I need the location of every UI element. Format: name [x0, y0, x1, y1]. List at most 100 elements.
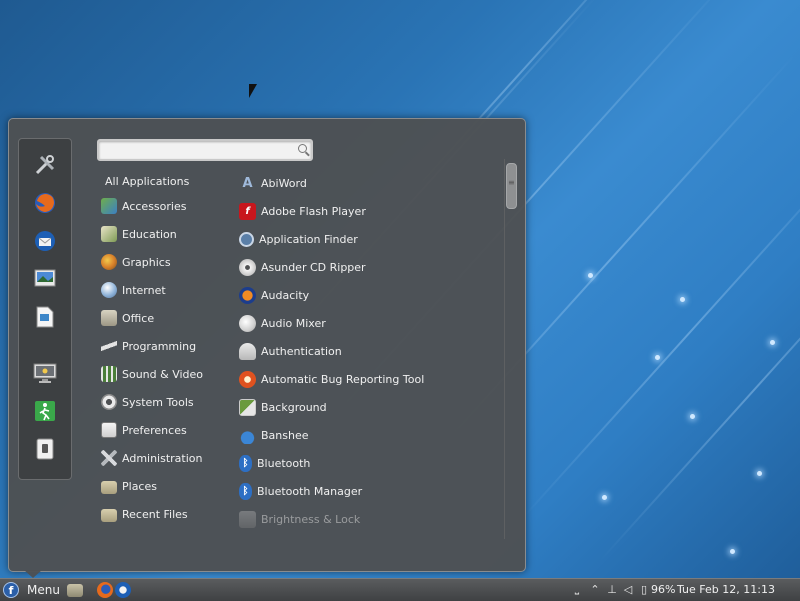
clock[interactable]: Tue Feb 12, 11:13 [677, 583, 775, 596]
app-automatic-bug-reporting-tool[interactable]: Automatic Bug Reporting Tool [239, 368, 499, 390]
app-label: Banshee [261, 428, 309, 442]
app-label: Application Finder [259, 232, 358, 246]
category-label: System Tools [122, 395, 194, 409]
fedora-logo-icon[interactable]: f [3, 582, 19, 598]
app-banshee[interactable]: Banshee [239, 424, 499, 446]
office-icon [101, 310, 117, 326]
app-label: Authentication [261, 344, 342, 358]
search-input[interactable] [103, 143, 283, 157]
shutdown-icon[interactable] [32, 436, 58, 462]
app-label: AbiWord [261, 176, 307, 190]
category-sound-video[interactable]: Sound & Video [101, 364, 236, 384]
bluetooth-icon: ᛒ [239, 482, 252, 500]
category-label: Education [122, 227, 177, 241]
category-administration[interactable]: Administration [101, 448, 236, 468]
thunderbird-launcher-icon[interactable] [115, 582, 131, 598]
firefox-icon[interactable] [32, 190, 58, 216]
menu-pointer [24, 570, 42, 578]
folder-icon [101, 508, 117, 522]
app-label: Audio Mixer [261, 316, 326, 330]
document-icon[interactable] [32, 304, 58, 330]
category-preferences[interactable]: Preferences [101, 420, 236, 440]
banshee-icon [239, 426, 256, 444]
app-label: Background [261, 400, 327, 414]
app-label: Bluetooth Manager [257, 484, 363, 498]
category-all-applications[interactable]: All Applications [105, 171, 240, 191]
category-education[interactable]: Education [101, 224, 236, 244]
thunderbird-icon[interactable] [32, 228, 58, 254]
app-label: Audacity [261, 288, 310, 302]
app-audio-mixer[interactable]: Audio Mixer [239, 312, 499, 334]
graphics-icon [101, 254, 117, 270]
category-graphics[interactable]: Graphics [101, 252, 236, 272]
category-accessories[interactable]: Accessories [101, 196, 236, 216]
search-icon [298, 144, 307, 153]
expand-tray-icon[interactable]: ⌃ [588, 582, 602, 596]
firefox-launcher-icon[interactable] [97, 582, 113, 598]
image-viewer-icon[interactable] [32, 266, 58, 292]
cd-icon [239, 258, 256, 276]
flash-icon: f [239, 202, 256, 220]
menu-button[interactable]: Menu [27, 583, 60, 597]
app-label: Asunder CD Ripper [261, 260, 366, 274]
category-label: Programming [122, 339, 197, 353]
app-adobe-flash-player[interactable]: f Adobe Flash Player [239, 200, 499, 222]
magnifier-icon [239, 231, 254, 247]
app-background[interactable]: Background [239, 396, 499, 418]
window-list-icon[interactable]: ⎵ [570, 582, 584, 596]
category-label: Places [122, 479, 157, 493]
category-system-tools[interactable]: System Tools [101, 392, 236, 412]
battery-percentage: 96% [651, 583, 676, 596]
app-label: Automatic Bug Reporting Tool [261, 372, 425, 386]
category-label: All Applications [105, 174, 190, 188]
app-application-finder[interactable]: Application Finder [239, 228, 499, 250]
show-desktop-icon[interactable] [67, 584, 83, 597]
education-icon [101, 226, 117, 242]
category-office[interactable]: Office [101, 308, 236, 328]
audio-mixer-icon [239, 314, 256, 332]
audacity-headphones-icon [239, 286, 256, 304]
category-recent-files[interactable]: Recent Files [101, 504, 236, 524]
lock-screen-icon[interactable] [32, 360, 58, 386]
app-abiword[interactable]: A AbiWord [239, 172, 499, 194]
search-box[interactable] [97, 139, 313, 161]
category-internet[interactable]: Internet [101, 280, 236, 300]
folder-icon [101, 480, 117, 494]
network-icon[interactable]: ⊥ [605, 582, 619, 596]
app-brightness-lock[interactable]: Brightness & Lock [239, 508, 499, 530]
app-audacity[interactable]: Audacity [239, 284, 499, 306]
app-label: Brightness & Lock [261, 512, 361, 526]
internet-globe-icon [101, 282, 117, 298]
category-label: Administration [122, 451, 203, 465]
category-places[interactable]: Places [101, 476, 236, 496]
background-icon [239, 398, 256, 416]
battery-icon[interactable]: ▯ [637, 582, 651, 596]
programming-icon [101, 338, 117, 354]
volume-icon[interactable]: ◁ [621, 582, 635, 596]
administration-tools-icon [101, 450, 117, 466]
authentication-users-icon [239, 342, 256, 360]
category-label: Recent Files [122, 507, 188, 521]
logout-icon[interactable] [32, 398, 58, 424]
app-bluetooth-manager[interactable]: ᛒ Bluetooth Manager [239, 480, 499, 502]
bluetooth-icon: ᛒ [239, 454, 252, 472]
preferences-icon [101, 422, 117, 438]
bug-report-icon [239, 370, 256, 388]
brightness-icon [239, 510, 256, 528]
app-authentication[interactable]: Authentication [239, 340, 499, 362]
category-programming[interactable]: Programming [101, 336, 236, 356]
scrollbar-track[interactable] [504, 159, 517, 539]
favorites-panel [18, 138, 72, 480]
app-label: Bluetooth [257, 456, 311, 470]
scrollbar-thumb[interactable] [506, 163, 517, 209]
abiword-icon: A [242, 175, 253, 191]
tools-icon[interactable] [32, 152, 58, 178]
system-tools-gear-icon [101, 394, 117, 410]
category-label: Graphics [122, 255, 171, 269]
category-label: Accessories [122, 199, 187, 213]
app-bluetooth[interactable]: ᛒ Bluetooth [239, 452, 499, 474]
taskbar: f Menu ⎵ ⌃ ⊥ ◁ ▯ 96% Tue Feb 12, 11:13 [0, 578, 800, 601]
app-asunder-cd-ripper[interactable]: Asunder CD Ripper [239, 256, 499, 278]
application-menu: All Applications Accessories Education G… [8, 118, 526, 572]
sound-video-icon [101, 366, 117, 382]
